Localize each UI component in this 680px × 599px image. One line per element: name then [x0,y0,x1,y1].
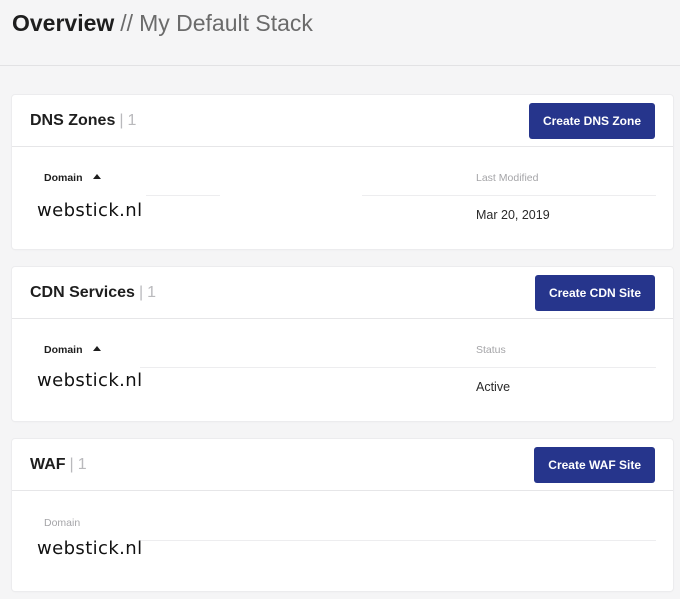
title-separator: // [120,10,134,36]
status-column-header[interactable]: Status [476,344,506,356]
last-modified-column-header[interactable]: Last Modified [476,172,538,184]
dns-zone-domain[interactable]: webstick.nl [37,200,143,221]
dns-zones-count: | 1 [119,112,137,129]
cdn-services-count: | 1 [138,284,157,301]
overview-title: Overview [12,10,115,36]
cdn-services-card: CDN Services | 1 Create CDN Site Domain St… [12,267,673,421]
cdn-service-status: Active [476,380,511,394]
create-dns-zone-button[interactable]: Create DNS Zone [528,103,655,139]
cdn-services-title: CDN Services | 1 [30,283,156,303]
stack-name: My Default Stack [139,10,313,36]
cdn-services-header: CDN Services | 1 Create CDN Site [12,267,673,319]
waf-domain[interactable]: webstick.nl [37,538,143,559]
waf-title: WAF | 1 [30,455,87,475]
waf-count: | 1 [69,456,87,473]
header-divider [140,367,656,368]
waf-card: WAF | 1 Create WAF Site Domain webstick.nl [12,439,673,591]
dns-zones-title: DNS Zones | 1 [30,111,136,131]
dns-zones-header: DNS Zones | 1 Create DNS Zone [12,95,673,147]
domain-column-header[interactable]: Domain [44,517,80,529]
dns-zone-last-modified: Mar 20, 2019 [476,208,550,222]
create-cdn-site-button[interactable]: Create CDN Site [534,275,655,311]
create-waf-site-button[interactable]: Create WAF Site [534,447,655,483]
waf-label: WAF [30,456,66,473]
sort-ascending-icon [92,346,101,351]
header-divider [362,195,656,196]
page-title: Overview//My Default Stack [12,8,313,38]
cdn-service-domain[interactable]: webstick.nl [37,370,143,391]
waf-header: WAF | 1 Create WAF Site [12,439,673,491]
dns-zones-card: DNS Zones | 1 Create DNS Zone Domain Last … [12,95,673,249]
page-header: Overview//My Default Stack [0,0,680,66]
header-divider [146,195,220,196]
header-divider [140,540,656,541]
sort-ascending-icon [92,174,101,179]
domain-column-header[interactable]: Domain [44,172,101,184]
domain-column-header[interactable]: Domain [44,344,101,356]
cdn-services-label: CDN Services [30,284,135,301]
dns-zones-label: DNS Zones [30,112,116,129]
